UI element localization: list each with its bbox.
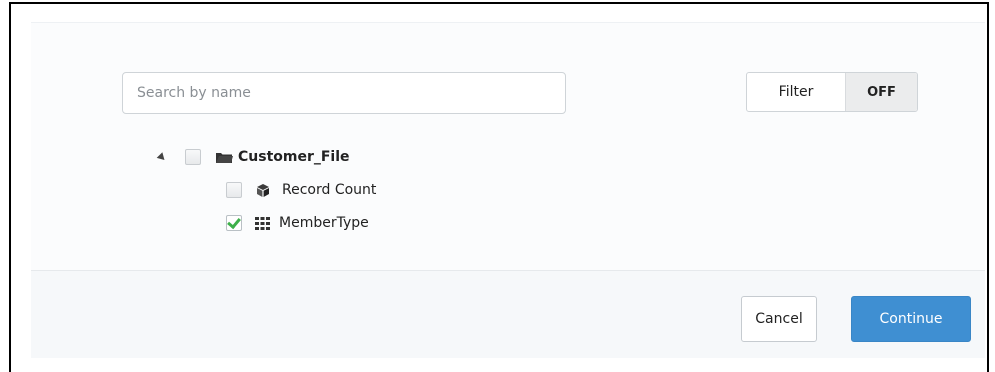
tree-node-membertype: MemberType xyxy=(226,213,369,233)
search-input[interactable] xyxy=(122,72,566,114)
expand-collapse-icon[interactable] xyxy=(155,151,169,163)
dialog: Filter OFF Customer_File xyxy=(9,2,989,372)
continue-button[interactable]: Continue xyxy=(851,296,971,342)
dialog-body: Filter OFF Customer_File xyxy=(31,22,985,273)
folder-icon xyxy=(215,151,233,164)
tree-node-label[interactable]: Record Count xyxy=(282,182,376,198)
tree-node-record-count: Record Count xyxy=(226,180,376,200)
filter-state-button[interactable]: OFF xyxy=(845,73,917,111)
filter-toggle[interactable]: Filter OFF xyxy=(746,72,918,112)
cube-icon xyxy=(256,183,270,198)
grid-icon xyxy=(255,216,270,230)
tree-node-label[interactable]: MemberType xyxy=(279,215,369,231)
tree-node-customer-file: Customer_File xyxy=(155,147,350,167)
dialog-footer: Cancel Continue xyxy=(31,271,985,358)
filter-label: Filter xyxy=(778,84,814,100)
tree-checkbox[interactable] xyxy=(185,149,201,165)
tree-checkbox[interactable] xyxy=(226,182,242,198)
tree-checkbox-checked[interactable] xyxy=(226,215,242,231)
tree-node-label[interactable]: Customer_File xyxy=(238,149,350,165)
cancel-button[interactable]: Cancel xyxy=(741,296,817,342)
